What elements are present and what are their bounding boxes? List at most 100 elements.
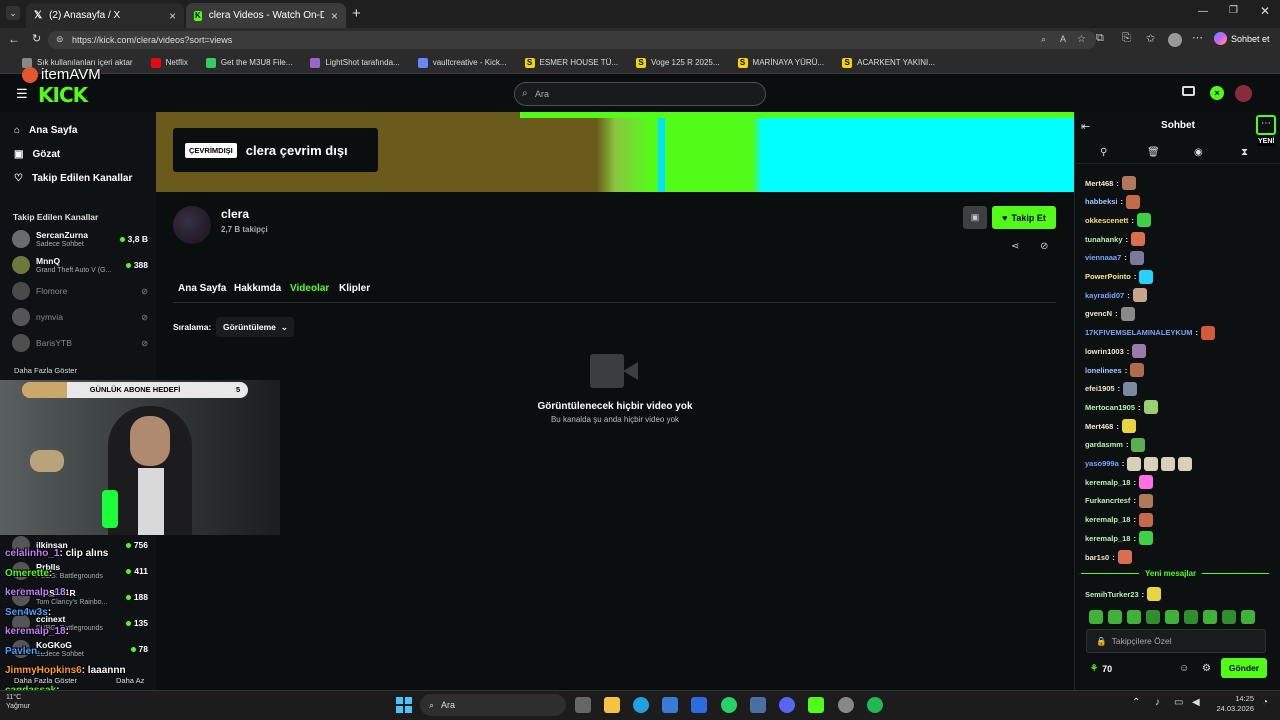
nav-browse[interactable]: ▣ Gözat [14,149,60,160]
chat-username[interactable]: gvencN [1085,309,1112,318]
chat-username[interactable]: habbeksi [1085,197,1118,206]
more-icon[interactable]: ⋯ [1192,31,1203,44]
emote[interactable] [1203,610,1217,624]
chat-username[interactable]: efei1905 [1085,384,1115,393]
emoji-icon[interactable]: ☺ [1179,663,1189,674]
send-button[interactable]: Gönder [1221,658,1267,678]
user-avatar[interactable] [1235,85,1252,102]
chat-username[interactable]: Furkancrtesf [1085,496,1130,505]
emote[interactable] [1184,610,1198,624]
nav-following[interactable]: ♡ Takip Edilen Kanallar [14,173,132,184]
minimize-icon[interactable]: — [1198,6,1208,17]
zoom-icon[interactable]: ⌕ [1041,34,1046,45]
chat-username[interactable]: SemihTurker23 [1085,590,1139,599]
bookmark-item[interactable]: S MARİNAYA YÜRÜ... [737,57,824,68]
maximize-icon[interactable]: ❐ [1229,5,1238,16]
bookmark-item[interactable]: vaultcreative - Kick... [417,57,507,68]
copilot-button[interactable]: Sohbet et [1214,32,1270,45]
bookmark-item[interactable]: LightShot tarafında... [310,57,400,68]
emote[interactable] [1108,610,1122,624]
chat-username[interactable]: PowerPointo [1085,272,1131,281]
follow-button[interactable]: ♥ Takip Et [992,206,1056,229]
gift-icon[interactable]: ▣ [963,206,987,229]
kick-logo[interactable]: KICK [38,83,88,107]
read-aloud-icon[interactable]: A [1060,34,1066,44]
followed-channel[interactable]: Flomore ⊘ [12,280,148,302]
weather-widget[interactable]: 11°C Yağmur [6,693,30,711]
followed-channel[interactable]: nymvia ⊘ [12,306,148,328]
bookmark-item[interactable]: S ESMER HOUSE TÜ... [524,57,618,68]
tray-chevron-icon[interactable]: ⌃ [1132,697,1140,708]
tab-about[interactable]: Hakkımda [234,283,281,294]
emote[interactable] [1241,610,1255,624]
kick-app-icon[interactable] [808,697,824,713]
tab-x[interactable]: 𝕏 (2) Anasayfa / X × [26,3,184,28]
chat-username[interactable]: tunahanky [1085,235,1123,244]
start-icon[interactable] [396,697,412,713]
nav-home[interactable]: ⌂ Ana Sayfa [14,125,77,136]
refresh-icon[interactable]: ↻ [32,32,41,45]
close-icon[interactable]: × [331,9,338,23]
menu-icon[interactable]: ☰ [16,86,28,102]
chat-username[interactable]: 17KFIVEMSELAMINALEYKUM [1085,328,1193,337]
chat-username[interactable]: bar1s0 [1085,553,1109,562]
store-icon[interactable] [662,697,678,713]
trash-icon[interactable]: 🗑 [1147,147,1160,158]
file-explorer-icon[interactable] [604,697,620,713]
site-info-icon[interactable]: ⊜ [56,34,64,45]
app-icon-2[interactable] [838,697,854,713]
tab-videos[interactable]: Videolar [290,283,329,294]
close-icon[interactable]: × [169,9,176,23]
chat-username[interactable]: viennaaa7 [1085,253,1121,262]
pin-icon[interactable]: ⚲ [1100,147,1107,158]
bookmark-item[interactable]: Get the M3U8 File... [205,57,292,68]
chat-username[interactable]: lonelinees [1085,366,1122,375]
chat-username[interactable]: gardasmm [1085,440,1123,449]
show-more-link[interactable]: Daha Fazla Göster [14,366,77,375]
network-icon[interactable]: ▭ [1174,697,1183,708]
mail-icon[interactable] [691,697,707,713]
task-view-icon[interactable] [575,697,591,713]
followed-channel[interactable]: MnnQ Grand Theft Auto V (G... 388 [12,254,148,276]
settings-favorites-icon[interactable]: ✩ [1146,32,1155,45]
chat-settings-icon[interactable]: ⚙ [1202,663,1211,674]
followed-channel[interactable]: BarisYTB ⊘ [12,332,148,354]
mic-icon[interactable]: ♪ [1155,697,1160,708]
notification-icon[interactable]: ◔ [1262,697,1268,708]
new-tab-button[interactable]: + [352,5,361,22]
kick-status-icon[interactable]: × [1210,86,1224,100]
chat-input[interactable]: 🔒 Takipçilere Özel [1086,629,1266,653]
chat-username[interactable]: keremalp_18 [1085,534,1130,543]
timer-icon[interactable]: ⧗ [1241,147,1248,158]
channel-name[interactable]: clera [221,207,249,221]
collections-icon[interactable]: ⎘ [1122,32,1131,45]
chat-username[interactable]: Mertocan1905 [1085,403,1135,412]
sort-select[interactable]: Görüntüleme ⌄ [216,317,294,337]
followed-channel[interactable]: SercanZurna Sadece Sohbet 3,8 B [12,228,148,250]
chat-username[interactable]: kayradid07 [1085,291,1124,300]
extensions-icon[interactable]: ⧉ [1096,32,1104,45]
show-less-link[interactable]: Daha Az [116,676,144,685]
chat-username[interactable]: Mert468 [1085,422,1113,431]
search-input[interactable]: ⌕ Ara [514,82,766,106]
whatsapp-icon[interactable] [721,697,737,713]
chat-username[interactable]: keremalp_18 [1085,478,1130,487]
tab-home[interactable]: Ana Sayfa [178,283,226,294]
chat-username[interactable]: keremalp_18 [1085,515,1130,524]
emote[interactable] [1165,610,1179,624]
tab-clips[interactable]: Klipler [339,283,370,294]
emote[interactable] [1222,610,1236,624]
spotify-icon[interactable] [867,697,883,713]
emote[interactable] [1089,610,1103,624]
bookmark-star-icon[interactable]: ☆ [1077,34,1086,45]
back-icon[interactable]: ← [8,32,20,46]
url-field[interactable]: ⊜ https://kick.com/clera/videos?sort=vie… [48,31,1096,49]
bookmark-item[interactable]: S ACARKENT YAKINI... [842,57,935,68]
bookmark-item[interactable]: Netflix [150,57,188,68]
chat-username[interactable]: yaso999a [1085,459,1119,468]
theater-icon[interactable] [1182,86,1195,96]
edge-icon[interactable] [633,697,649,713]
clock[interactable]: 14:25 24.03.2026 [1208,694,1254,714]
window-close-icon[interactable]: ✕ [1260,4,1270,18]
share-icon[interactable]: ⋖ [1011,241,1019,252]
